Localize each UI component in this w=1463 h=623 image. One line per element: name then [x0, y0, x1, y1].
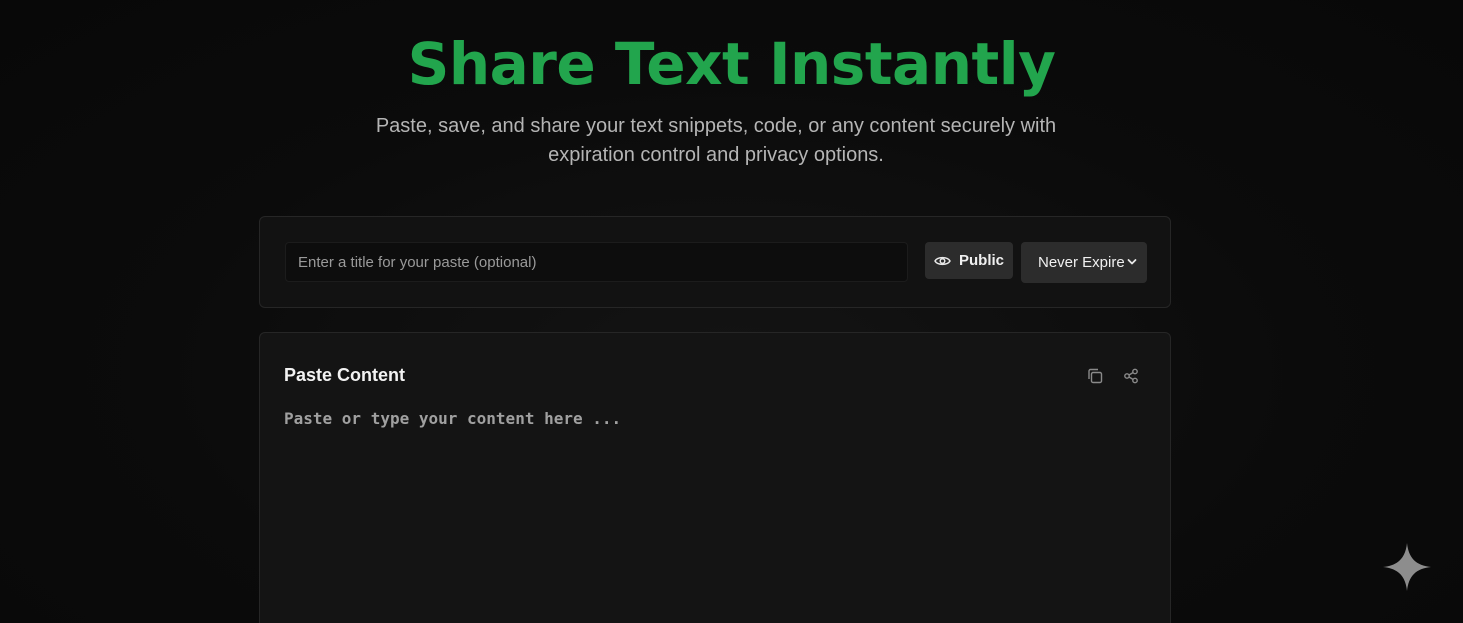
- expiration-selected-value: Never Expire: [1038, 254, 1125, 271]
- paste-content-card: Paste Content: [259, 332, 1171, 623]
- eye-icon: [934, 255, 951, 267]
- hero-title: Share Text Instantly: [407, 30, 1056, 98]
- chevron-down-icon: [1126, 255, 1138, 272]
- share-icon: [1123, 368, 1139, 384]
- paste-content-label: Paste Content: [284, 365, 406, 385]
- visibility-label: Public: [958, 252, 1004, 269]
- hero-subtitle: Paste, save, and share your text snippet…: [375, 115, 1057, 166]
- paste-settings-card: Public Never Expire: [259, 216, 1171, 308]
- copy-icon: [1087, 368, 1103, 384]
- expiration-select[interactable]: Never Expire: [1021, 242, 1147, 283]
- page: Share Text Instantly Paste, save, and sh…: [0, 0, 1463, 623]
- paste-title-input[interactable]: [285, 242, 908, 282]
- visibility-toggle-button[interactable]: Public: [925, 242, 1013, 279]
- paste-content-textarea[interactable]: [284, 409, 1144, 619]
- copy-button[interactable]: [1084, 365, 1106, 387]
- share-button[interactable]: [1120, 365, 1142, 387]
- sparkle-icon: [1381, 541, 1433, 593]
